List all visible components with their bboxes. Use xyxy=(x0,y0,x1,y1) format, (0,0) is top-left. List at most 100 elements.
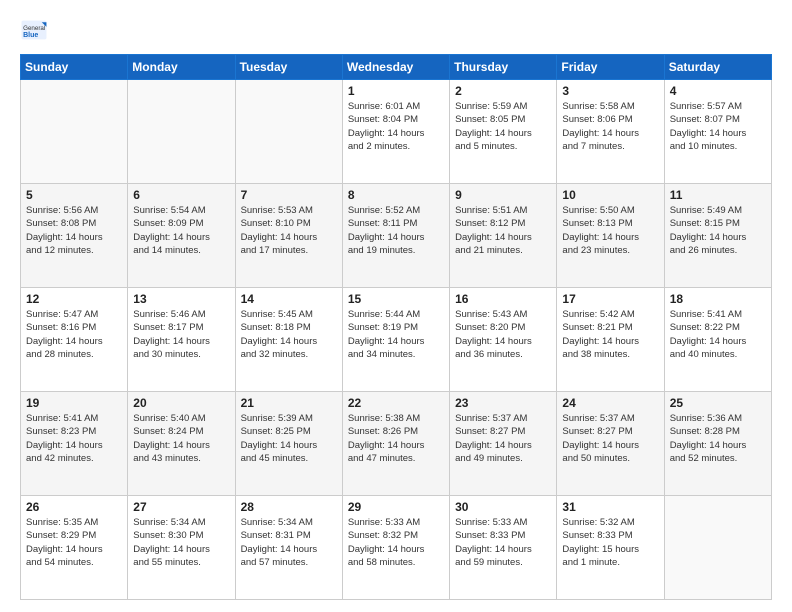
day-info: Sunrise: 6:01 AMSunset: 8:04 PMDaylight:… xyxy=(348,100,444,153)
day-number: 9 xyxy=(455,188,551,202)
day-cell: 3Sunrise: 5:58 AMSunset: 8:06 PMDaylight… xyxy=(557,80,664,184)
day-info: Sunrise: 5:42 AMSunset: 8:21 PMDaylight:… xyxy=(562,308,658,361)
day-number: 10 xyxy=(562,188,658,202)
day-info: Sunrise: 5:58 AMSunset: 8:06 PMDaylight:… xyxy=(562,100,658,153)
day-cell: 29 Sunrise: 5:33 AMSunset: 8:32 PMDayligh… xyxy=(342,496,449,600)
day-cell: 15 Sunrise: 5:44 AMSunset: 8:19 PMDayligh… xyxy=(342,288,449,392)
day-cell: 7 Sunrise: 5:53 AMSunset: 8:10 PMDaylight… xyxy=(235,184,342,288)
day-info: Sunrise: 5:38 AMSunset: 8:26 PMDaylight:… xyxy=(348,412,444,465)
day-info: Sunrise: 5:40 AMSunset: 8:24 PMDaylight:… xyxy=(133,412,229,465)
day-cell: 1 Sunrise: 6:01 AMSunset: 8:04 PMDaylight… xyxy=(342,80,449,184)
day-cell: 5 Sunrise: 5:56 AMSunset: 8:08 PMDaylight… xyxy=(21,184,128,288)
day-cell: 12 Sunrise: 5:47 AMSunset: 8:16 PMDayligh… xyxy=(21,288,128,392)
day-cell xyxy=(21,80,128,184)
day-cell: 8Sunrise: 5:52 AMSunset: 8:11 PMDaylight… xyxy=(342,184,449,288)
day-info: Sunrise: 5:37 AMSunset: 8:27 PMDaylight:… xyxy=(455,412,551,465)
day-info: Sunrise: 5:35 AMSunset: 8:29 PMDaylight:… xyxy=(26,516,122,569)
day-number: 1 xyxy=(348,84,444,98)
weekday-header-tuesday: Tuesday xyxy=(235,55,342,80)
day-number: 19 xyxy=(26,396,122,410)
day-number: 12 xyxy=(26,292,122,306)
day-info: Sunrise: 5:51 AMSunset: 8:12 PMDaylight:… xyxy=(455,204,551,257)
weekday-header-monday: Monday xyxy=(128,55,235,80)
day-number: 13 xyxy=(133,292,229,306)
day-number: 25 xyxy=(670,396,766,410)
day-number: 2 xyxy=(455,84,551,98)
week-row-3: 12 Sunrise: 5:47 AMSunset: 8:16 PMDayligh… xyxy=(21,288,772,392)
day-cell: 16 Sunrise: 5:43 AMSunset: 8:20 PMDayligh… xyxy=(450,288,557,392)
day-cell: 23 Sunrise: 5:37 AMSunset: 8:27 PMDayligh… xyxy=(450,392,557,496)
day-cell: 6Sunrise: 5:54 AMSunset: 8:09 PMDaylight… xyxy=(128,184,235,288)
day-cell: 24 Sunrise: 5:37 AMSunset: 8:27 PMDayligh… xyxy=(557,392,664,496)
day-info: Sunrise: 5:41 AMSunset: 8:22 PMDaylight:… xyxy=(670,308,766,361)
day-info: Sunrise: 5:53 AMSunset: 8:10 PMDaylight:… xyxy=(241,204,337,257)
day-info: Sunrise: 5:57 AMSunset: 8:07 PMDaylight:… xyxy=(670,100,766,153)
day-number: 30 xyxy=(455,500,551,514)
day-number: 22 xyxy=(348,396,444,410)
day-cell: 13Sunrise: 5:46 AMSunset: 8:17 PMDayligh… xyxy=(128,288,235,392)
weekday-header-wednesday: Wednesday xyxy=(342,55,449,80)
week-row-2: 5 Sunrise: 5:56 AMSunset: 8:08 PMDaylight… xyxy=(21,184,772,288)
day-number: 24 xyxy=(562,396,658,410)
day-cell xyxy=(128,80,235,184)
day-number: 29 xyxy=(348,500,444,514)
day-info: Sunrise: 5:33 AMSunset: 8:33 PMDaylight:… xyxy=(455,516,551,569)
day-number: 18 xyxy=(670,292,766,306)
page: General Blue SundayMondayTuesdayWednesda… xyxy=(0,0,792,612)
day-cell: 21 Sunrise: 5:39 AMSunset: 8:25 PMDayligh… xyxy=(235,392,342,496)
day-number: 21 xyxy=(241,396,337,410)
day-number: 31 xyxy=(562,500,658,514)
day-number: 16 xyxy=(455,292,551,306)
day-cell: 17Sunrise: 5:42 AMSunset: 8:21 PMDayligh… xyxy=(557,288,664,392)
day-info: Sunrise: 5:49 AMSunset: 8:15 PMDaylight:… xyxy=(670,204,766,257)
day-number: 6 xyxy=(133,188,229,202)
day-cell: 31 Sunrise: 5:32 AMSunset: 8:33 PMDayligh… xyxy=(557,496,664,600)
day-cell xyxy=(235,80,342,184)
day-number: 23 xyxy=(455,396,551,410)
day-number: 20 xyxy=(133,396,229,410)
svg-text:General: General xyxy=(23,25,45,32)
logo: General Blue xyxy=(20,16,52,44)
day-info: Sunrise: 5:39 AMSunset: 8:25 PMDaylight:… xyxy=(241,412,337,465)
day-cell: 9 Sunrise: 5:51 AMSunset: 8:12 PMDaylight… xyxy=(450,184,557,288)
day-info: Sunrise: 5:44 AMSunset: 8:19 PMDaylight:… xyxy=(348,308,444,361)
day-cell: 28 Sunrise: 5:34 AMSunset: 8:31 PMDayligh… xyxy=(235,496,342,600)
day-info: Sunrise: 5:47 AMSunset: 8:16 PMDaylight:… xyxy=(26,308,122,361)
day-number: 27 xyxy=(133,500,229,514)
weekday-header-friday: Friday xyxy=(557,55,664,80)
week-row-1: 1 Sunrise: 6:01 AMSunset: 8:04 PMDaylight… xyxy=(21,80,772,184)
day-number: 7 xyxy=(241,188,337,202)
day-info: Sunrise: 5:34 AMSunset: 8:30 PMDaylight:… xyxy=(133,516,229,569)
day-cell: 4Sunrise: 5:57 AMSunset: 8:07 PMDaylight… xyxy=(664,80,771,184)
day-info: Sunrise: 5:56 AMSunset: 8:08 PMDaylight:… xyxy=(26,204,122,257)
day-number: 8 xyxy=(348,188,444,202)
day-cell: 19Sunrise: 5:41 AMSunset: 8:23 PMDayligh… xyxy=(21,392,128,496)
weekday-header-row: SundayMondayTuesdayWednesdayThursdayFrid… xyxy=(21,55,772,80)
day-info: Sunrise: 5:34 AMSunset: 8:31 PMDaylight:… xyxy=(241,516,337,569)
svg-text:Blue: Blue xyxy=(23,32,38,39)
day-info: Sunrise: 5:59 AMSunset: 8:05 PMDaylight:… xyxy=(455,100,551,153)
day-number: 5 xyxy=(26,188,122,202)
week-row-5: 26 Sunrise: 5:35 AMSunset: 8:29 PMDayligh… xyxy=(21,496,772,600)
day-cell: 25Sunrise: 5:36 AMSunset: 8:28 PMDayligh… xyxy=(664,392,771,496)
calendar: SundayMondayTuesdayWednesdayThursdayFrid… xyxy=(20,54,772,600)
day-cell: 20 Sunrise: 5:40 AMSunset: 8:24 PMDayligh… xyxy=(128,392,235,496)
day-cell: 27 Sunrise: 5:34 AMSunset: 8:30 PMDayligh… xyxy=(128,496,235,600)
day-info: Sunrise: 5:50 AMSunset: 8:13 PMDaylight:… xyxy=(562,204,658,257)
weekday-header-thursday: Thursday xyxy=(450,55,557,80)
day-cell: 14Sunrise: 5:45 AMSunset: 8:18 PMDayligh… xyxy=(235,288,342,392)
day-info: Sunrise: 5:37 AMSunset: 8:27 PMDaylight:… xyxy=(562,412,658,465)
logo-icon: General Blue xyxy=(20,16,48,44)
day-info: Sunrise: 5:33 AMSunset: 8:32 PMDaylight:… xyxy=(348,516,444,569)
weekday-header-saturday: Saturday xyxy=(664,55,771,80)
day-info: Sunrise: 5:43 AMSunset: 8:20 PMDaylight:… xyxy=(455,308,551,361)
day-cell: 11Sunrise: 5:49 AMSunset: 8:15 PMDayligh… xyxy=(664,184,771,288)
day-cell: 18 Sunrise: 5:41 AMSunset: 8:22 PMDayligh… xyxy=(664,288,771,392)
day-number: 28 xyxy=(241,500,337,514)
day-number: 26 xyxy=(26,500,122,514)
day-cell xyxy=(664,496,771,600)
day-number: 15 xyxy=(348,292,444,306)
week-row-4: 19Sunrise: 5:41 AMSunset: 8:23 PMDayligh… xyxy=(21,392,772,496)
weekday-header-sunday: Sunday xyxy=(21,55,128,80)
day-info: Sunrise: 5:32 AMSunset: 8:33 PMDaylight:… xyxy=(562,516,658,569)
